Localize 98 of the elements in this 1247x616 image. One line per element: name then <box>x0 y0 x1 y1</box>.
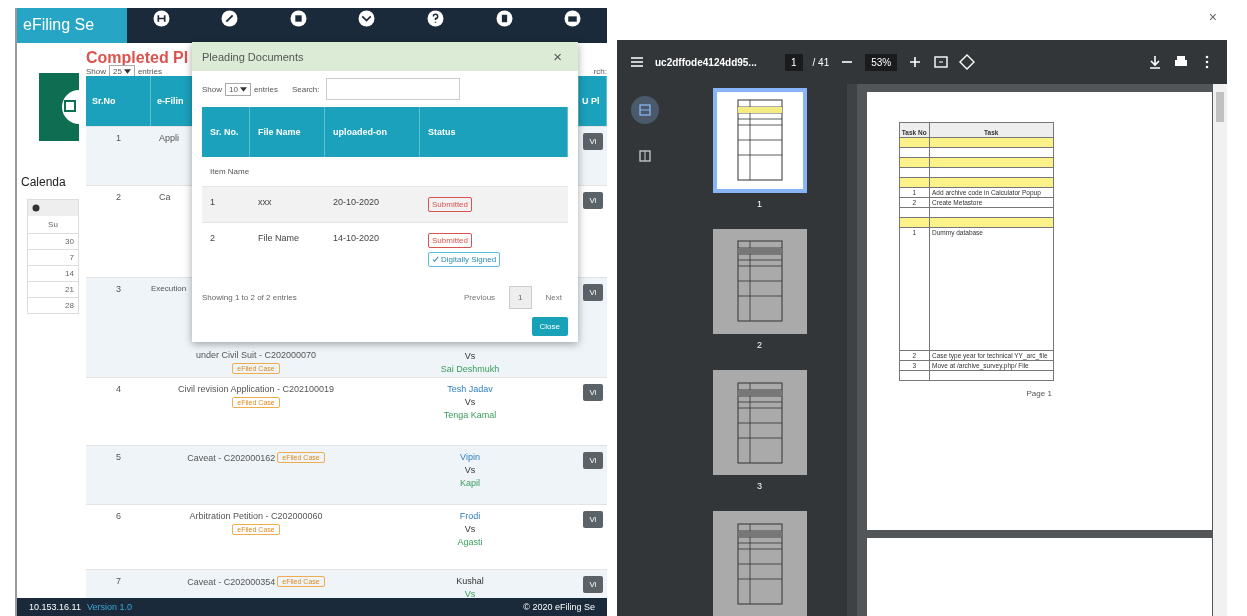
zoom-field[interactable]: 53% <box>865 53 898 71</box>
caret-icon <box>239 86 247 92</box>
party-name: Tesh Jadav <box>447 384 493 394</box>
party-name: Vs <box>464 589 476 599</box>
page-number-field[interactable]: 1 <box>785 53 803 71</box>
nav-circle-icon[interactable] <box>564 10 582 27</box>
submitted-badge: Submitted <box>428 233 473 248</box>
close-button[interactable]: × <box>547 47 568 66</box>
fit-page-icon[interactable] <box>933 54 950 70</box>
page-thumbnail[interactable] <box>712 511 807 616</box>
party-name: Vipin <box>460 452 480 462</box>
entries-length-label: Show 10 entries <box>202 84 278 94</box>
case-title: Civil revision Application - C202100019 <box>177 384 335 394</box>
party-name: Vs <box>464 465 476 475</box>
page-button[interactable]: 1 <box>509 285 532 309</box>
column-header[interactable]: U Pl <box>579 76 607 126</box>
page-total: / 41 <box>812 56 830 68</box>
scrollbar-thumb[interactable] <box>1216 92 1224 122</box>
menu-icon[interactable] <box>629 54 645 70</box>
view-button[interactable]: Vi <box>583 452 603 469</box>
serial-number: 3 <box>116 284 121 294</box>
brand-name: eFiling Se <box>17 8 127 43</box>
signed-badge: Digitally Signed <box>428 252 501 267</box>
modal-title: Pleading Documents <box>202 50 304 63</box>
page-title: Completed Pl <box>86 49 189 67</box>
view-button[interactable]: Vi <box>583 284 603 301</box>
upload-date: 20-10-2020 <box>333 197 380 207</box>
party-name: Tenga Kamal <box>443 410 497 420</box>
thumbnails-icon[interactable] <box>630 96 659 124</box>
party-name: Vs <box>464 351 476 361</box>
serial-number: 1 <box>210 197 215 207</box>
close-button[interactable]: × <box>1202 8 1223 26</box>
page-number: 3 <box>757 480 762 493</box>
case-title: Execution <box>151 284 187 293</box>
next-link[interactable]: Next <box>539 291 568 303</box>
case-title: under Civil Suit - C202000070 <box>195 350 317 360</box>
page-number: 1 <box>757 198 762 211</box>
nav-circle-icon[interactable] <box>427 10 445 27</box>
serial-number: 2 <box>210 233 215 243</box>
party-name: Frodi <box>459 511 481 521</box>
view-button[interactable]: Vi <box>583 192 603 209</box>
serial-number: 6 <box>116 511 121 521</box>
page-thumbnail[interactable] <box>712 88 807 193</box>
case-title: Appli <box>159 133 179 143</box>
nav-circle-icon[interactable] <box>221 10 239 27</box>
calendar-date[interactable]: 21 <box>28 281 78 297</box>
search-field[interactable] <box>325 78 460 100</box>
weekday-label: Su <box>47 219 59 231</box>
nav-circle-icon[interactable] <box>495 10 513 27</box>
case-title: Caveat - C202000354 <box>187 576 276 587</box>
calendar-date[interactable]: 14 <box>28 265 78 281</box>
view-button[interactable]: Vi <box>583 576 603 593</box>
calendar-date[interactable]: 7 <box>28 249 78 265</box>
serial-number: 1 <box>116 133 121 143</box>
scrollbar[interactable] <box>1213 84 1227 616</box>
nav-circle-icon[interactable] <box>289 10 307 27</box>
previous-link[interactable]: Previous <box>457 291 502 303</box>
serial-number: 5 <box>116 452 121 462</box>
file-name: xxx <box>258 197 272 207</box>
version-label: Version 1.0 <box>86 602 132 612</box>
party-name: Kapil <box>460 478 480 488</box>
view-button[interactable]: Vi <box>583 384 603 401</box>
calendar-title: Calenda <box>21 175 67 189</box>
search-label: rch: <box>593 67 607 76</box>
case-title: Ca <box>159 192 171 202</box>
page-thumbnail[interactable] <box>712 370 807 475</box>
page-number: 2 <box>757 339 762 352</box>
party-name: Agasti <box>457 537 483 547</box>
serial-number: 7 <box>116 576 121 586</box>
case-title: Arbitration Petition - C202000060 <box>189 511 323 521</box>
search-label: Search: <box>291 84 320 94</box>
app-tile-icon[interactable] <box>39 73 79 141</box>
nav-circle-icon[interactable] <box>358 10 376 27</box>
caret-icon <box>123 69 131 74</box>
file-name: uc2dffode4124dd95... <box>655 56 758 68</box>
download-icon[interactable] <box>1147 54 1163 70</box>
submitted-badge: Submitted <box>428 197 473 212</box>
page-thumbnail[interactable] <box>712 229 807 334</box>
nav-circle-icon[interactable] <box>152 10 170 27</box>
file-name: File Name <box>258 233 299 243</box>
ip-address: 10.153.16.11 <box>29 602 81 612</box>
group-row-text: Item Name <box>209 166 251 178</box>
party-name: Vs <box>464 397 476 407</box>
entries-info: Showing 1 to 2 of 2 entries <box>202 292 298 302</box>
calendar-date[interactable]: 28 <box>28 297 78 313</box>
upload-date: 14-10-2020 <box>333 233 380 243</box>
view-button[interactable]: Vi <box>583 133 603 150</box>
page-footer: Page 1 <box>1026 389 1212 398</box>
copyright-text: © 2020 eFiling Se <box>523 602 595 612</box>
rotate-icon[interactable] <box>959 54 976 70</box>
view-button[interactable]: Vi <box>583 511 603 528</box>
serial-number: 2 <box>116 192 121 202</box>
calendar-date[interactable]: 30 <box>28 233 78 249</box>
party-name: Kushal <box>456 576 484 586</box>
party-name: Sai Deshmukh <box>440 364 500 374</box>
case-title: Caveat - C202000162 <box>187 452 276 463</box>
party-name: Vs <box>464 524 476 534</box>
serial-number: 4 <box>116 384 121 394</box>
